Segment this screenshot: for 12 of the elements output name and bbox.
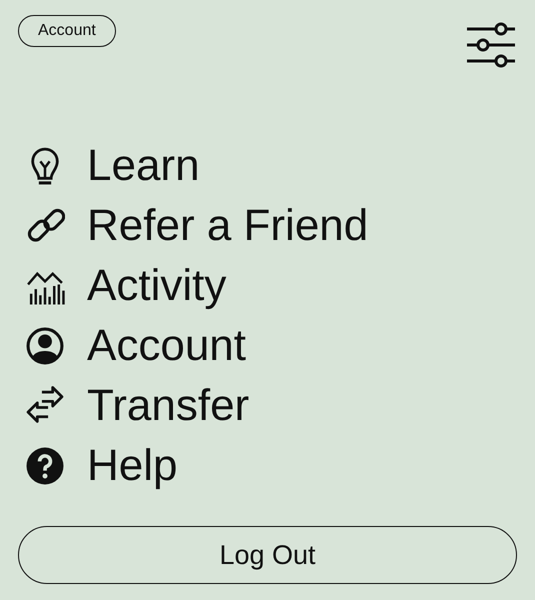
logout-button[interactable]: Log Out [18,526,517,584]
settings-icon[interactable] [467,21,515,69]
menu-item[interactable]: Refer a Friend [87,199,368,253]
user-icon [25,326,65,366]
menu-item[interactable]: Account [87,319,246,373]
arrows-icon [25,386,65,426]
menu-item[interactable]: Transfer [87,379,250,433]
account-chip[interactable]: Account [18,15,116,47]
help-icon [25,446,65,486]
menu-item[interactable]: Help [87,439,178,493]
menu-item[interactable]: Learn [87,139,200,193]
menu-item[interactable]: Activity [87,259,226,313]
